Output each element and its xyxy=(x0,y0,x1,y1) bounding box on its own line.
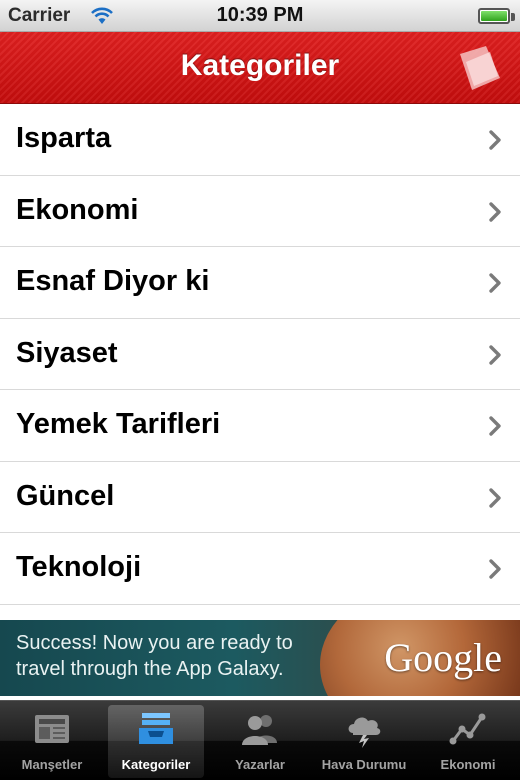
chevron-right-icon xyxy=(489,416,501,436)
chevron-right-icon xyxy=(489,130,501,150)
battery-icon xyxy=(478,8,510,24)
ad-text-line-1: Success! Now you are ready to xyxy=(16,632,293,654)
ad-text-line-2: travel through the App Galaxy. xyxy=(16,658,284,680)
category-label: Güncel xyxy=(16,479,115,512)
category-label: Esnaf Diyor ki xyxy=(16,265,210,297)
category-label: Ekonomi xyxy=(16,193,139,226)
tab-bar: Manşetler Kategoriler Yazarlar Hava Duru… xyxy=(0,700,520,780)
clock: 10:39 PM xyxy=(216,4,304,26)
tab-kategoriler[interactable]: Kategoriler xyxy=(104,701,208,780)
tab-ekonomi[interactable]: Ekonomi xyxy=(416,701,520,780)
tab-mansetler[interactable]: Manşetler xyxy=(0,701,104,780)
inbox-tray-icon xyxy=(139,713,173,744)
category-list: Isparta Ekonomi Esnaf Diyor ki Siyaset Y… xyxy=(0,104,520,620)
app-logo-icon[interactable] xyxy=(454,42,506,94)
category-row[interactable]: Güncel xyxy=(0,462,520,533)
category-row[interactable]: Ekonomi xyxy=(0,176,520,247)
chevron-right-icon xyxy=(489,559,501,579)
status-bar: Carrier 10:39 PM xyxy=(0,0,520,32)
weather-cloud-icon xyxy=(348,717,381,748)
category-row[interactable]: Yemek Tarifleri xyxy=(0,390,520,462)
chevron-right-icon xyxy=(489,487,501,508)
category-label: Yemek Tarifleri xyxy=(16,408,221,440)
navigation-bar: Kategoriler xyxy=(0,32,520,104)
chevron-right-icon xyxy=(489,344,501,365)
battery-tip xyxy=(511,13,515,21)
category-label: Siyaset xyxy=(16,336,118,369)
category-label: Isparta xyxy=(16,122,112,154)
tab-label: Manşetler xyxy=(21,757,83,772)
page-title: Kategoriler xyxy=(180,49,340,82)
category-label: Teknoloji xyxy=(16,551,142,583)
category-row[interactable]: Teknoloji xyxy=(0,533,520,605)
category-row[interactable]: Siyaset xyxy=(0,319,520,390)
tab-label: Kategoriler xyxy=(121,757,191,772)
tab-label: Yazarlar xyxy=(235,757,285,772)
chevron-right-icon xyxy=(489,273,501,293)
tab-yazarlar[interactable]: Yazarlar xyxy=(208,701,312,780)
tab-hava-durumu[interactable]: Hava Durumu xyxy=(312,701,416,780)
google-logo: Google xyxy=(384,635,502,680)
chevron-right-icon xyxy=(489,201,501,222)
line-chart-icon xyxy=(449,713,486,745)
category-row[interactable]: Esnaf Diyor ki xyxy=(0,247,520,319)
people-icon xyxy=(242,715,277,745)
category-row[interactable]: Isparta xyxy=(0,104,520,176)
tab-label: Ekonomi xyxy=(440,757,496,772)
ad-banner[interactable]: Success! Now you are ready to travel thr… xyxy=(0,620,520,696)
newspaper-icon xyxy=(35,715,69,743)
tab-label: Hava Durumu xyxy=(321,757,407,772)
